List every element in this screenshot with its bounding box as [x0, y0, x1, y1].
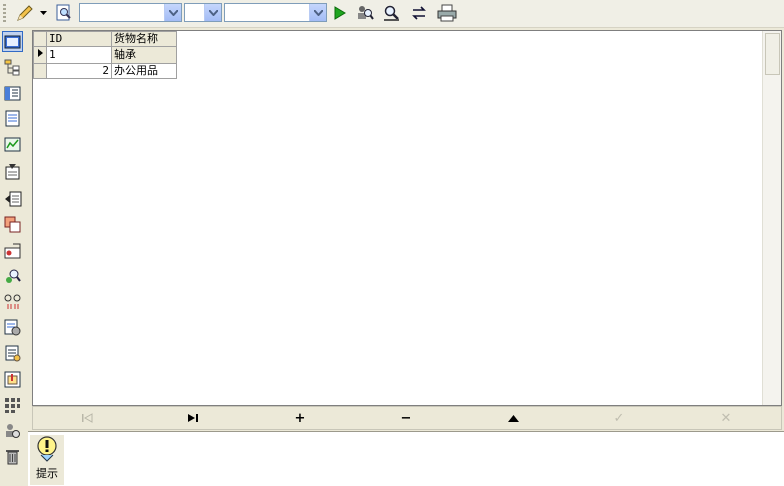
nav-post-button[interactable]: ✓ — [599, 409, 639, 427]
filter-field-combo[interactable] — [79, 3, 182, 22]
hint-label: 提示 — [36, 467, 58, 480]
pencil-icon — [17, 5, 33, 21]
filter-operator-combo[interactable] — [184, 3, 222, 22]
import-table-icon — [4, 191, 21, 206]
cell-name[interactable]: 轴承 — [111, 46, 177, 64]
table-row[interactable]: 1 轴承 — [33, 46, 177, 64]
scrollbar-thumb[interactable] — [765, 33, 780, 75]
vertical-scrollbar[interactable] — [762, 31, 781, 405]
card-list-icon — [4, 86, 21, 101]
layers-icon — [4, 216, 21, 233]
sidebar-import-button[interactable] — [2, 188, 23, 209]
filter-value-combo[interactable] — [224, 3, 327, 22]
table-row[interactable]: 2 办公用品 — [33, 63, 177, 79]
nav-last-button[interactable] — [173, 409, 213, 427]
grid-view-icon — [4, 35, 21, 48]
play-green-icon — [334, 6, 346, 20]
nav-first-button[interactable] — [67, 409, 107, 427]
row-indicator — [33, 63, 47, 79]
swap-arrows-icon — [412, 6, 426, 20]
sidebar-inbox-button[interactable] — [2, 161, 23, 182]
row-pointer-icon — [38, 49, 43, 57]
print-button[interactable] — [436, 3, 458, 23]
data-grid[interactable]: ID 货物名称 1 轴承 2 办公用品 — [32, 30, 782, 406]
find-user-button[interactable] — [355, 3, 375, 23]
db-navigator: + − ✓ ✕ — [32, 406, 782, 430]
hint-panel: 提示 — [28, 431, 784, 486]
first-record-icon — [82, 413, 93, 423]
grid-header-row: ID 货物名称 — [33, 31, 177, 47]
sidebar-tree-button[interactable] — [2, 57, 23, 78]
page-preview-icon — [56, 4, 71, 21]
current-row-indicator — [33, 46, 47, 64]
edit-pencil-button[interactable] — [14, 3, 36, 23]
nav-edit-button[interactable] — [493, 409, 533, 427]
inbox-checklist-icon — [5, 164, 20, 180]
column-header-id[interactable]: ID — [46, 31, 112, 47]
hint-button[interactable]: 提示 — [30, 435, 64, 485]
user-settings-icon — [6, 424, 20, 438]
sidebar-grid-view-button[interactable] — [2, 31, 23, 52]
magnifier-icon — [384, 5, 399, 21]
nav-insert-button[interactable]: + — [280, 409, 320, 427]
trash-icon — [6, 450, 19, 465]
sidebar-notes-button[interactable] — [2, 343, 23, 364]
sidebar-layers-button[interactable] — [2, 214, 23, 235]
sidebar-trash-button[interactable] — [2, 446, 23, 467]
preview-button[interactable] — [54, 3, 74, 23]
export-frame-icon — [4, 371, 21, 388]
sidebar-export-button[interactable] — [2, 369, 23, 390]
toolbar-grip[interactable] — [3, 4, 6, 23]
chevron-down-icon[interactable] — [164, 4, 181, 21]
module-grid-icon — [5, 398, 20, 413]
document-icon — [5, 110, 20, 127]
tree-structure-icon — [4, 59, 20, 76]
sidebar-chart-button[interactable] — [2, 134, 23, 155]
report-gear-icon — [4, 319, 21, 336]
nav-cancel-button[interactable]: ✕ — [706, 409, 746, 427]
pencil-dropdown-button[interactable] — [38, 3, 48, 23]
chevron-down-icon[interactable] — [309, 4, 326, 21]
line-chart-icon — [4, 137, 21, 152]
edit-up-icon — [507, 414, 519, 422]
notes-icon — [5, 345, 21, 362]
grid-table: ID 货物名称 1 轴承 2 办公用品 — [33, 31, 177, 79]
find-next-button[interactable] — [382, 3, 402, 23]
sidebar-card-button[interactable] — [2, 83, 23, 104]
settings-panel-icon — [4, 243, 21, 258]
left-sidebar — [0, 28, 26, 470]
printer-icon — [437, 4, 457, 22]
cell-id[interactable]: 2 — [46, 63, 112, 79]
sidebar-link-button[interactable] — [2, 291, 23, 312]
cell-name[interactable]: 办公用品 — [111, 63, 177, 79]
sidebar-settings-button[interactable] — [2, 240, 23, 261]
cell-id[interactable]: 1 — [46, 46, 112, 64]
link-nodes-icon — [4, 294, 21, 309]
sidebar-document-button[interactable] — [2, 108, 23, 129]
last-record-icon — [188, 414, 198, 422]
lightbulb-hint-icon — [37, 436, 57, 462]
chevron-down-icon[interactable] — [204, 4, 221, 21]
refresh-button[interactable] — [409, 3, 429, 23]
dropdown-arrow-icon — [39, 10, 47, 15]
search-users-icon — [6, 269, 21, 283]
main-toolbar — [0, 0, 784, 28]
nav-delete-button[interactable]: − — [386, 409, 426, 427]
column-header-name[interactable]: 货物名称 — [111, 31, 177, 47]
sidebar-report-button[interactable] — [2, 317, 23, 338]
sidebar-modules-button[interactable] — [2, 395, 23, 416]
find-users-icon — [358, 6, 374, 20]
run-query-button[interactable] — [331, 3, 349, 23]
row-indicator-header — [33, 31, 47, 47]
sidebar-user-settings-button[interactable] — [2, 420, 23, 441]
sidebar-search-users-button[interactable] — [2, 266, 23, 287]
